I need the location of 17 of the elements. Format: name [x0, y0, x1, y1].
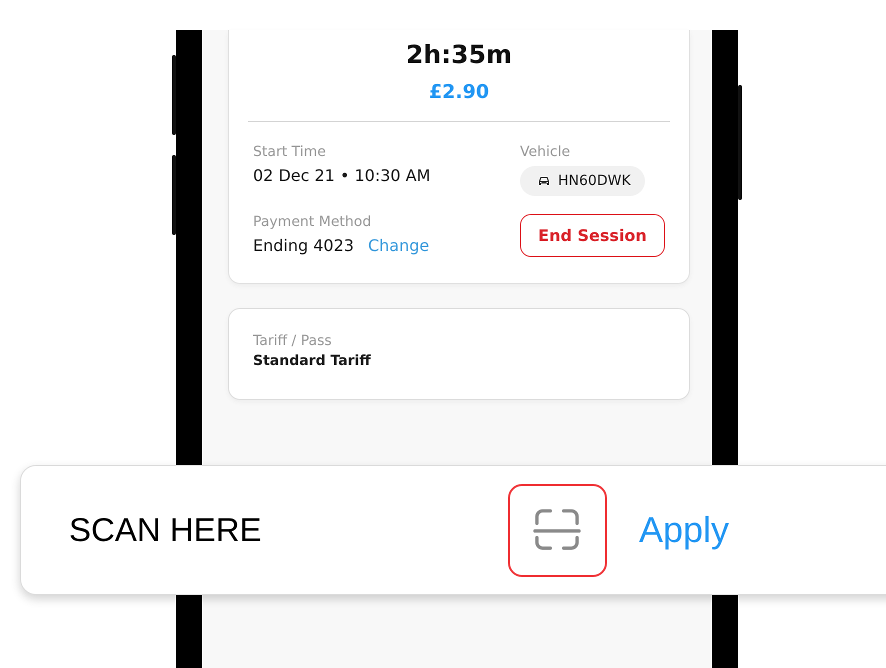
end-session-button[interactable]: End Session [520, 214, 665, 257]
start-time-label: Start Time [253, 144, 327, 160]
duration-text: 2h:35m [406, 40, 512, 69]
tariff-label: Tariff / Pass [253, 333, 333, 349]
payment-method-value: Ending 4023 [253, 236, 354, 255]
start-time-value: 02 Dec 21 • 10:30 AM [253, 166, 432, 185]
change-link[interactable]: Change [368, 236, 430, 255]
scan-button[interactable] [508, 484, 607, 576]
car-icon [538, 176, 550, 186]
tariff-value: Standard Tariff [253, 353, 372, 369]
vehicle-chip: HN60DWK [520, 166, 645, 196]
scan-icon [533, 508, 582, 552]
scan-label: SCAN HERE [69, 511, 263, 549]
cost-text: £2.90 [428, 81, 490, 103]
payment-method-label: Payment Method [253, 214, 372, 230]
vehicle-label: Vehicle [520, 144, 572, 160]
apply-link[interactable]: Apply [638, 509, 729, 551]
